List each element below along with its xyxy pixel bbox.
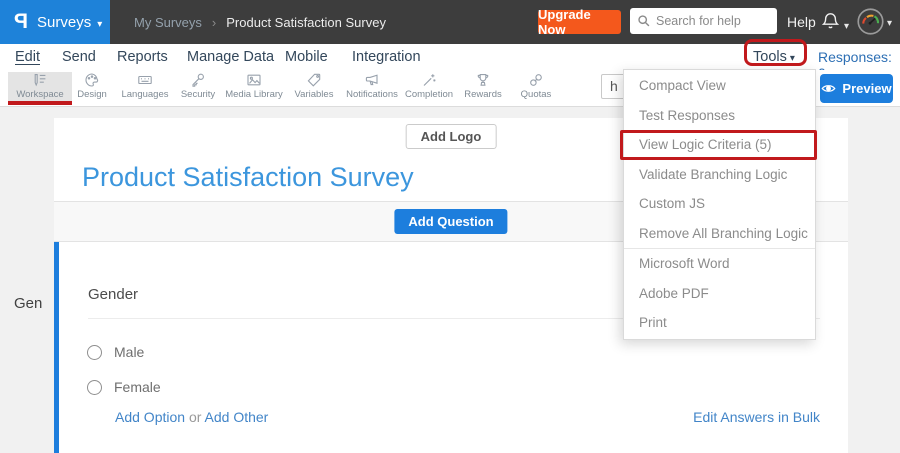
tools-dropdown-trigger[interactable]: Tools (753, 49, 795, 65)
menu-item-microsoft-word[interactable]: Microsoft Word (624, 249, 815, 279)
toolbar-item-variables[interactable]: Variables (286, 72, 342, 103)
preview-button[interactable]: Preview (820, 74, 893, 103)
quotas-links-icon (528, 72, 544, 88)
variables-tag-icon (306, 72, 322, 88)
app-window: P Surveys My Surveys › Product Satisfact… (0, 0, 900, 453)
nav-tab-mobile[interactable]: Mobile (285, 49, 328, 65)
languages-keyboard-icon (137, 72, 153, 88)
edit-answers-in-bulk-link[interactable]: Edit Answers in Bulk (693, 409, 820, 425)
menu-item-validate-branching-logic[interactable]: Validate Branching Logic (624, 160, 815, 190)
notifications-menu[interactable] (821, 11, 849, 34)
nav-tab-send[interactable]: Send (62, 49, 96, 65)
or-text: or (189, 409, 201, 425)
breadcrumb-separator-icon: › (212, 15, 216, 30)
account-menu[interactable] (857, 8, 892, 35)
breadcrumb-my-surveys[interactable]: My Surveys (134, 15, 202, 30)
security-key-icon (190, 72, 206, 88)
survey-title[interactable]: Product Satisfaction Survey (82, 162, 414, 193)
menu-item-adobe-pdf[interactable]: Adobe PDF (624, 279, 815, 309)
nav-tab-reports[interactable]: Reports (117, 49, 168, 65)
product-name: Surveys (37, 14, 91, 31)
option-label: Female (114, 379, 161, 395)
rewards-trophy-icon (475, 72, 491, 88)
upgrade-now-button[interactable]: Upgrade Now (538, 10, 621, 34)
toolbar-item-notifications[interactable]: Notifications (339, 72, 405, 103)
toolbar-item-workspace[interactable]: Workspace (8, 72, 72, 103)
toolbar-item-quotas[interactable]: Quotas (513, 72, 559, 103)
chevron-down-icon (887, 13, 892, 31)
brand-switcher[interactable]: P Surveys (0, 0, 110, 44)
menu-item-custom-js[interactable]: Custom JS (624, 189, 815, 219)
toolbar-item-rewards[interactable]: Rewards (458, 72, 508, 103)
nav-tab-manage-data[interactable]: Manage Data (187, 49, 274, 65)
tools-dropdown-menu: Compact View Test Responses View Logic C… (623, 69, 816, 340)
option-label: Male (114, 344, 144, 360)
toolbar-item-media-library[interactable]: Media Library (219, 72, 289, 103)
avatar (857, 8, 884, 35)
question-title[interactable]: Gender (88, 286, 138, 303)
add-logo-button[interactable]: Add Logo (406, 124, 497, 149)
nav-tab-integration[interactable]: Integration (352, 49, 421, 65)
survey-nav: Edit Send Reports Manage Data Mobile Int… (0, 44, 900, 70)
toolbar-item-security[interactable]: Security (172, 72, 224, 103)
add-question-button[interactable]: Add Question (394, 209, 507, 234)
tools-label: Tools (753, 49, 787, 65)
search-input[interactable] (656, 14, 766, 28)
top-bar: P Surveys My Surveys › Product Satisfact… (0, 0, 900, 44)
proprofs-logo-icon: P (14, 10, 28, 34)
completion-wand-icon (421, 72, 437, 88)
add-other-link[interactable]: Add Other (205, 409, 269, 425)
notifications-megaphone-icon (364, 72, 380, 88)
menu-item-compact-view[interactable]: Compact View (624, 71, 815, 101)
nav-tab-edit[interactable]: Edit (15, 49, 40, 65)
question-list-fragment[interactable]: Gen (14, 295, 42, 312)
toolbar-item-languages[interactable]: Languages (115, 72, 175, 103)
menu-item-print[interactable]: Print (624, 308, 815, 338)
breadcrumb: My Surveys › Product Satisfaction Survey (134, 0, 386, 44)
preview-label: Preview (842, 81, 891, 96)
search-icon (637, 14, 651, 28)
bell-icon (821, 11, 840, 31)
radio-button[interactable] (87, 380, 102, 395)
help-search (630, 8, 777, 34)
breadcrumb-current: Product Satisfaction Survey (226, 15, 386, 30)
help-link[interactable]: Help (787, 14, 816, 30)
menu-item-remove-all-branching-logic[interactable]: Remove All Branching Logic (624, 219, 815, 249)
toolbar-item-design[interactable]: Design (70, 72, 114, 103)
option-row-male[interactable]: Male (87, 344, 144, 360)
menu-item-test-responses[interactable]: Test Responses (624, 101, 815, 131)
option-row-female[interactable]: Female (87, 379, 161, 395)
eye-icon (821, 82, 836, 95)
radio-button[interactable] (87, 345, 102, 360)
workspace-icon (32, 72, 48, 88)
chevron-down-icon (97, 14, 102, 32)
menu-item-view-logic-criteria[interactable]: View Logic Criteria (5) (624, 130, 815, 160)
toolbar-item-completion[interactable]: Completion (398, 72, 460, 103)
chevron-down-icon (844, 16, 849, 34)
add-option-link[interactable]: Add Option (115, 409, 185, 425)
chevron-down-icon (790, 49, 795, 65)
option-actions: Add Option or Add Other (115, 409, 268, 425)
design-palette-icon (84, 72, 100, 88)
media-library-image-icon (246, 72, 262, 88)
